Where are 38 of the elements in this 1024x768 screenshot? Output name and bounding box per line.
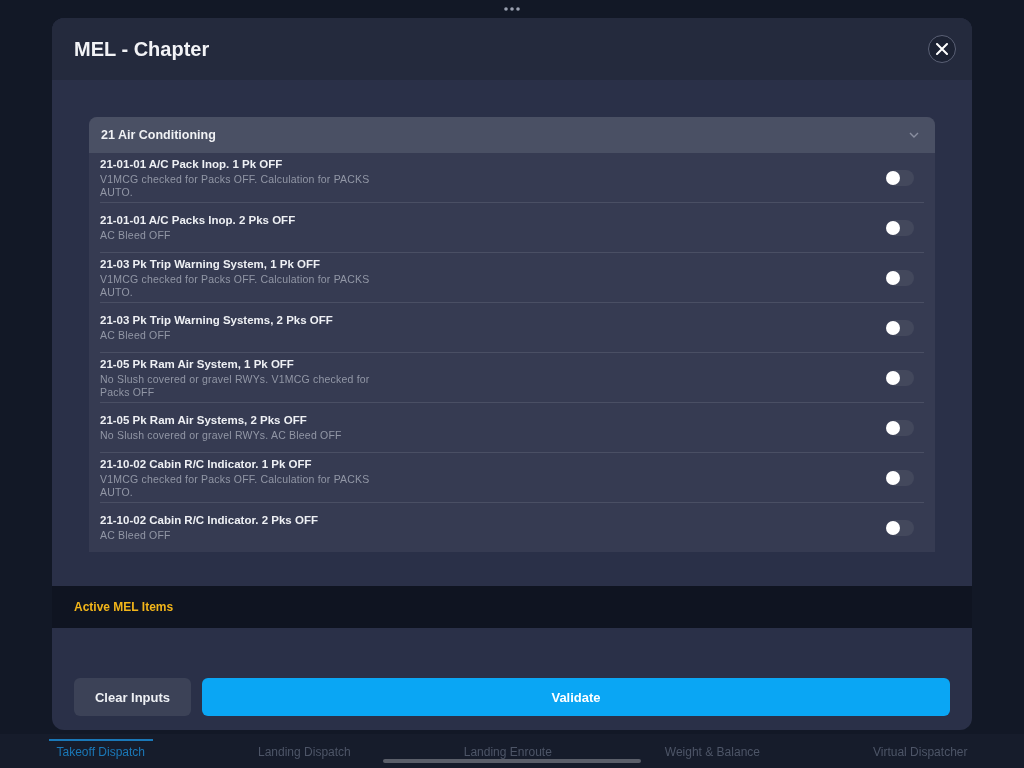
mel-item-title: 21-05 Pk Ram Air System, 1 Pk OFF [100, 358, 295, 371]
mel-item-note: No Slush covered or gravel RWYs. AC Bleed OFF [100, 429, 343, 442]
toggle-switch[interactable] [888, 170, 914, 186]
mel-item-note: AC Bleed OFF [100, 529, 172, 542]
dialog-title: MEL - Chapter [74, 37, 210, 61]
mel-item-title: 21-05 Pk Ram Air Systems, 2 Pks OFF [100, 414, 308, 427]
toggle-switch[interactable] [888, 270, 914, 286]
clear-inputs-button[interactable]: Clear Inputs [74, 678, 191, 716]
close-button[interactable] [928, 35, 956, 63]
mel-item-note: V1MCG checked for Packs OFF. Calculation for PACKS AUTO. [100, 473, 371, 498]
toggle-switch[interactable] [888, 520, 914, 536]
tab[interactable]: Virtual Dispatcher [865, 739, 976, 763]
chapter-dropdown[interactable]: 21 Air Conditioning [89, 117, 935, 153]
mel-item-title: 21-01-01 A/C Packs Inop. 2 Pks OFF [100, 214, 297, 227]
mel-item-note: No Slush covered or gravel RWYs. V1MCG checked for Packs OFF [100, 373, 371, 398]
close-icon [936, 43, 948, 55]
more-dots-icon[interactable] [504, 7, 520, 11]
tab[interactable]: Takeoff Dispatch [48, 739, 153, 763]
mel-item-note: V1MCG checked for Packs OFF. Calculation for PACKS AUTO. [100, 173, 371, 198]
toggle-switch[interactable] [888, 420, 914, 436]
tab[interactable]: Landing Enroute [455, 739, 560, 763]
mel-item-title: 21-01-01 A/C Pack Inop. 1 Pk OFF [100, 158, 284, 171]
toggle-switch[interactable] [888, 220, 914, 236]
validate-button[interactable]: Validate [202, 678, 950, 716]
active-items-label: Active MEL Items [74, 600, 174, 614]
tab[interactable]: Landing Dispatch [250, 739, 359, 763]
tab[interactable]: Weight & Balance [656, 739, 768, 763]
mel-item-title: 21-03 Pk Trip Warning System, 1 Pk OFF [100, 258, 322, 271]
mel-item-note: AC Bleed OFF [100, 329, 172, 342]
mel-item-note: AC Bleed OFF [100, 229, 172, 242]
toggle-switch[interactable] [888, 370, 914, 386]
mel-item-title: 21-10-02 Cabin R/C Indicator. 1 Pk OFF [100, 458, 313, 471]
toggle-switch[interactable] [888, 470, 914, 486]
toggle-switch[interactable] [888, 320, 914, 336]
mel-item-title: 21-03 Pk Trip Warning Systems, 2 Pks OFF [100, 314, 334, 327]
chevron-down-icon [909, 132, 919, 138]
mel-item-title: 21-10-02 Cabin R/C Indicator. 2 Pks OFF [100, 514, 319, 527]
mel-item-note: V1MCG checked for Packs OFF. Calculation for PACKS AUTO. [100, 273, 371, 298]
